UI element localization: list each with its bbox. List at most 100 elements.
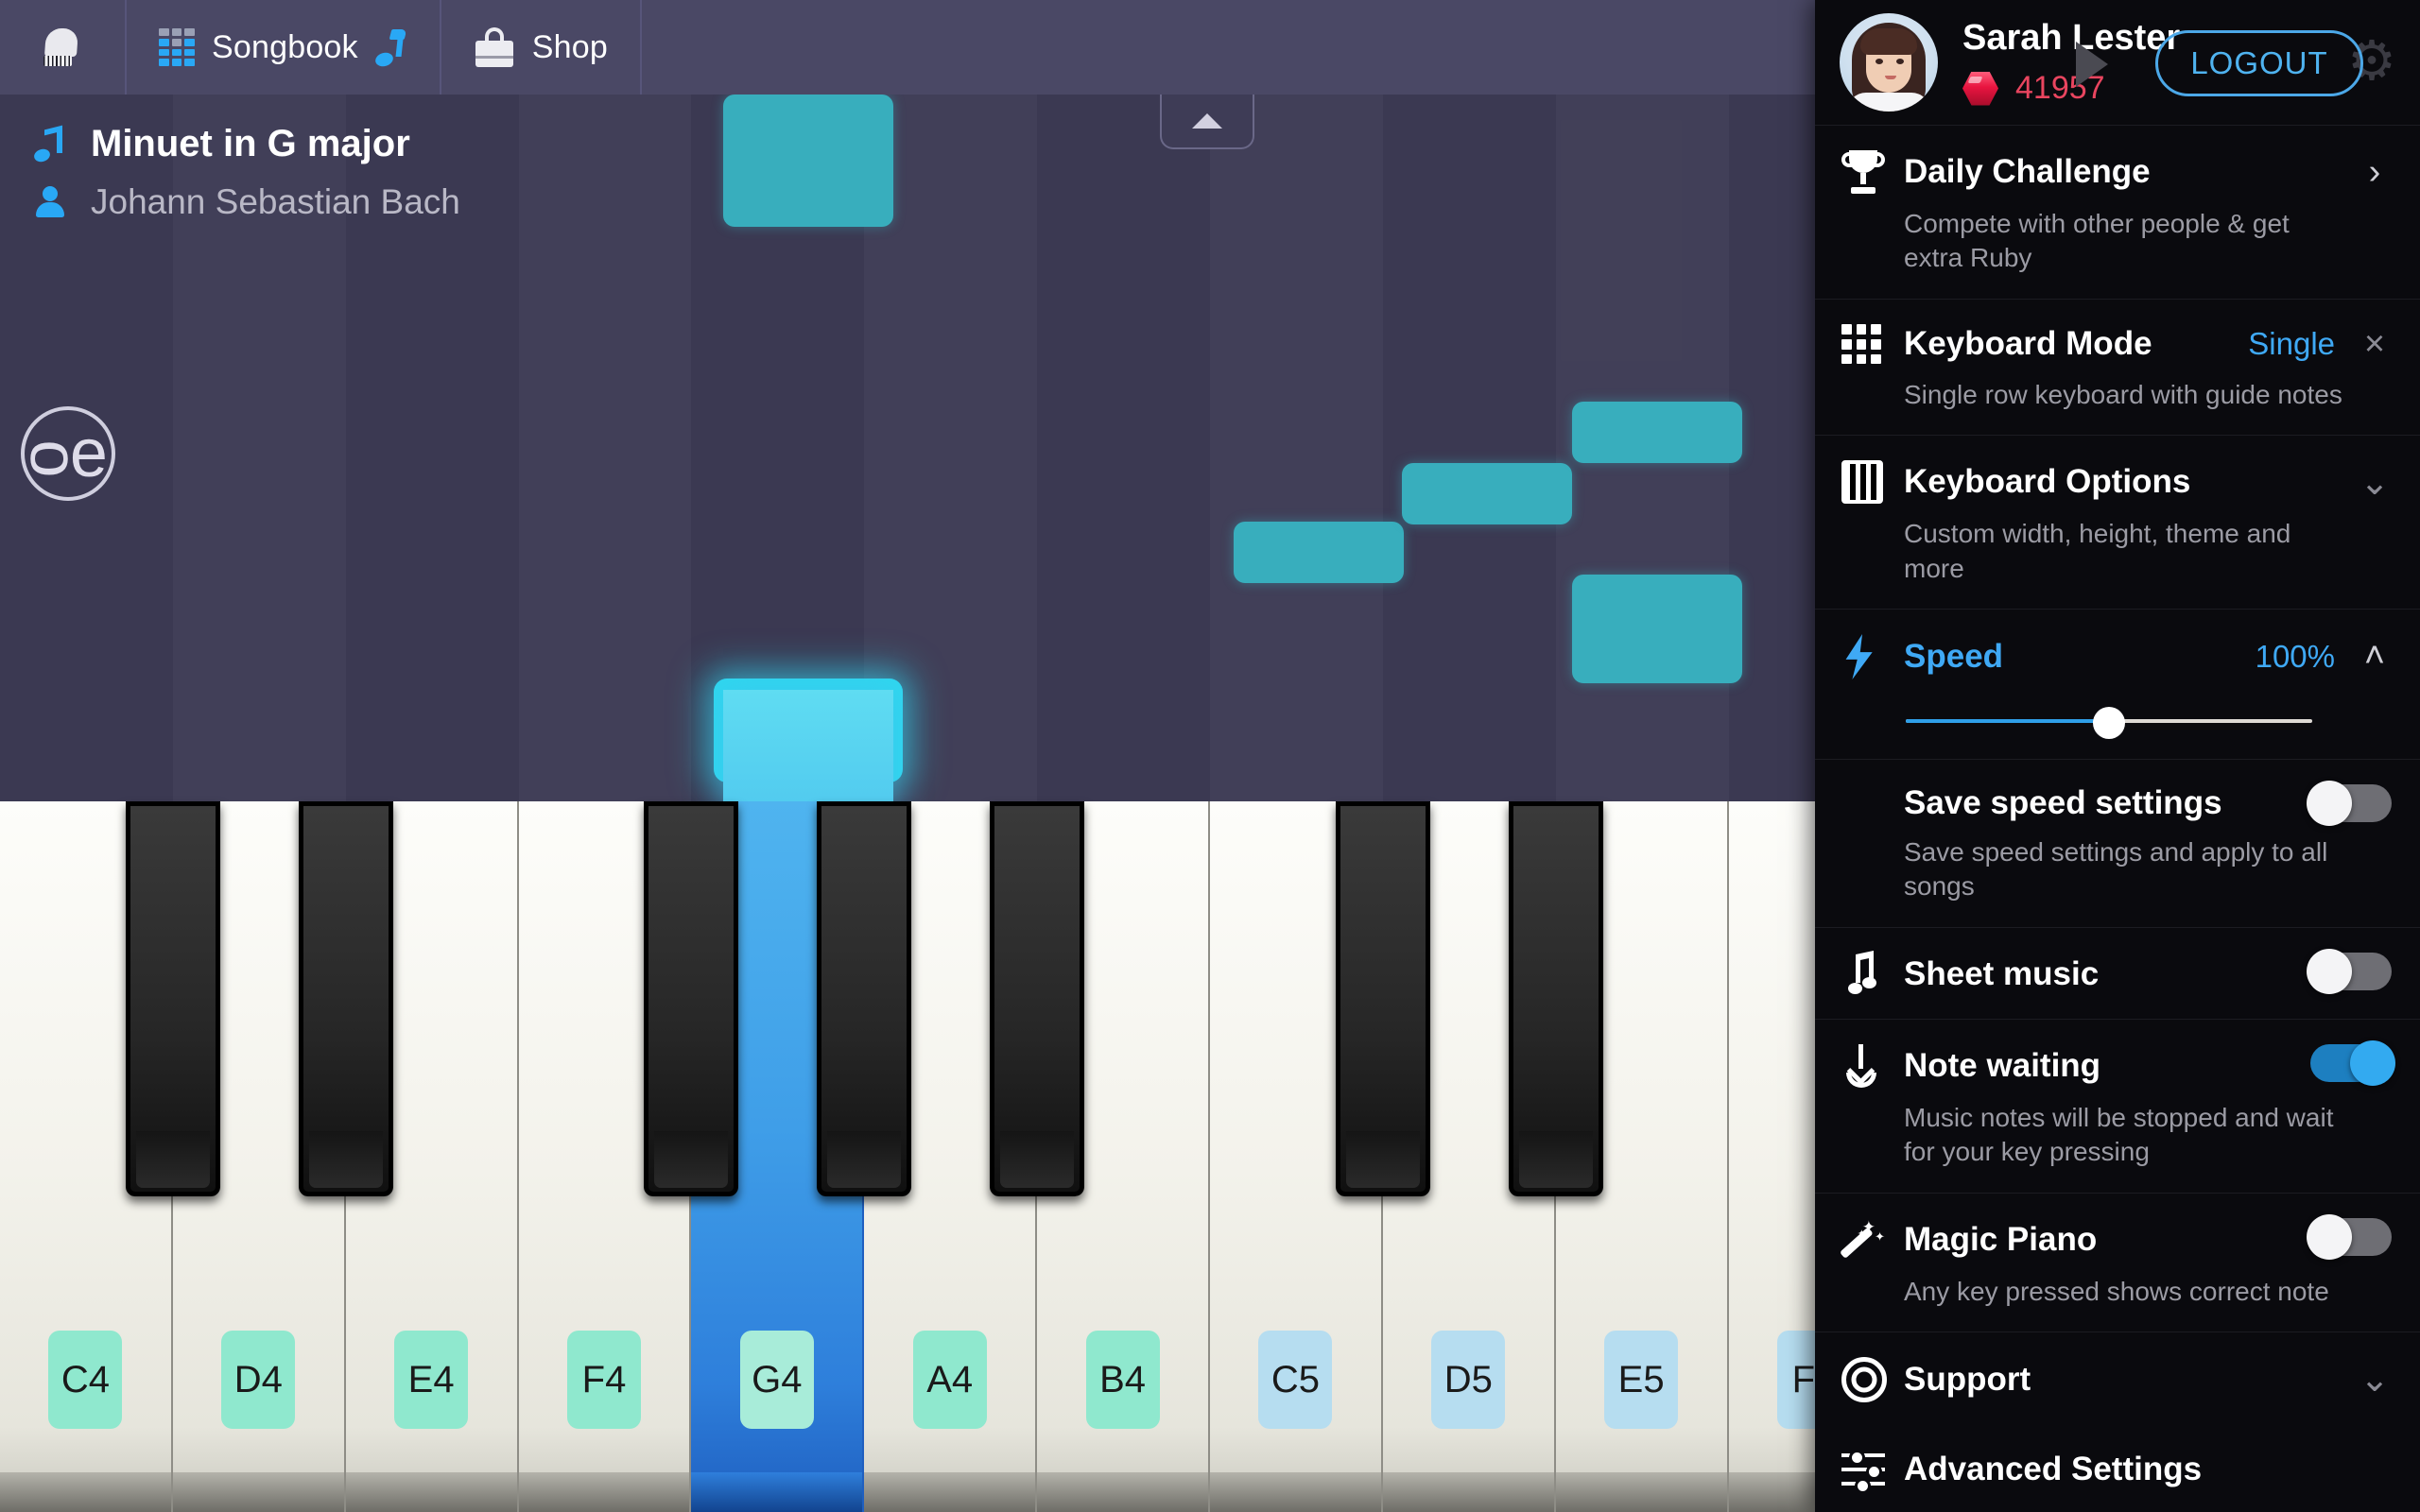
magic-piano-desc: Any key pressed shows correct note [1904, 1276, 2329, 1306]
note-waiting-toggle[interactable] [2310, 1040, 2395, 1086]
keyboard-mode-value[interactable]: Single [2248, 326, 2335, 362]
piano-black-key[interactable] [817, 801, 912, 1196]
tab-shop[interactable]: Shop [441, 0, 642, 94]
keyboard-mode-title: Keyboard Mode [1904, 325, 2152, 363]
tab-piano[interactable] [0, 0, 127, 94]
keyboard-mode-desc: Single row keyboard with guide notes [1904, 379, 2342, 409]
falling-note-G4 [723, 94, 893, 227]
ruby-gem-icon [1962, 71, 1998, 106]
note-waiting-desc: Music notes will be stopped and wait for… [1904, 1102, 2334, 1167]
piano-black-key[interactable] [1508, 801, 1603, 1196]
grand-piano-icon [42, 28, 83, 66]
speed-slider-thumb[interactable] [2093, 706, 2125, 739]
falling-note-G4 [714, 679, 903, 782]
piano-key-foot [518, 1472, 690, 1512]
magic-wand-icon: ✦ ✦ ✦ [1839, 1218, 1904, 1262]
setting-advanced[interactable]: Advanced Settings [1815, 1425, 2420, 1512]
setting-sheet-music[interactable]: Sheet music [1815, 926, 2420, 1019]
music-note-icon [1841, 950, 1904, 996]
song-artist: Johann Sebastian Bach [91, 182, 460, 221]
chevron-down-icon[interactable]: ⌄ [2356, 1358, 2394, 1400]
piano-key-label: D5 [1431, 1331, 1506, 1429]
grid-icon [1841, 324, 1904, 365]
treble-clef-icon: ᴑe [28, 416, 108, 491]
piano-key-label: C5 [1258, 1331, 1333, 1429]
tab-shop-label: Shop [531, 28, 608, 65]
song-header: Minuet in G major Johann Sebastian Bach [32, 123, 460, 239]
user-header: Sarah Lester 41957 ⚙ LOGOUT [1815, 0, 2420, 125]
shopping-bag-icon [474, 27, 515, 67]
falling-note-D5 [1402, 463, 1572, 524]
setting-keyboard-mode[interactable]: Keyboard Mode Single × Single row keyboa… [1815, 298, 2420, 435]
ruby-balance: 41957 [1962, 70, 2180, 107]
avatar[interactable] [1840, 13, 1938, 112]
setting-keyboard-options[interactable]: Keyboard Options ⌄ Custom width, height,… [1815, 435, 2420, 609]
falling-notes [0, 0, 1815, 805]
piano-black-key[interactable] [1335, 801, 1430, 1196]
songbook-grid-icon [159, 28, 195, 66]
sliders-icon [1841, 1449, 1904, 1494]
speed-title: Speed [1904, 637, 2004, 675]
chevron-up-icon [1192, 113, 1222, 129]
setting-note-waiting[interactable]: Note waiting Music notes will be stopped… [1815, 1018, 2420, 1193]
piano-key-label: B4 [1085, 1331, 1160, 1429]
setting-daily-challenge[interactable]: Daily Challenge › Compete with other peo… [1815, 125, 2420, 299]
setting-magic-piano[interactable]: ✦ ✦ ✦ Magic Piano Any key pressed shows co… [1815, 1192, 2420, 1332]
chevron-down-icon[interactable]: ⌄ [2356, 461, 2394, 504]
user-name: Sarah Lester [1962, 18, 2181, 58]
user-meta: Sarah Lester 41957 [1962, 18, 2180, 107]
falling-note-C5 [1234, 522, 1404, 583]
music-note-icon [32, 125, 66, 163]
falling-note-E5 [1572, 575, 1742, 683]
piano-black-key[interactable] [298, 801, 393, 1196]
lifebuoy-icon [1841, 1356, 1904, 1402]
logout-button[interactable]: LOGOUT [2155, 30, 2363, 96]
piano-key-label: E5 [1604, 1331, 1679, 1429]
advanced-settings-title: Advanced Settings [1904, 1450, 2203, 1487]
app-root: Songbook Shop Minuet in G major Johann S… [0, 0, 2420, 1512]
song-title-row: Minuet in G major [32, 123, 460, 165]
save-speed-desc: Save speed settings and apply to all son… [1904, 836, 2328, 902]
song-title: Minuet in G major [91, 123, 410, 164]
piano-key-label: E4 [394, 1331, 469, 1429]
piano-key-label: A4 [912, 1331, 987, 1429]
support-title: Support [1904, 1360, 2031, 1398]
setting-speed[interactable]: Speed 100% ˄ [1815, 608, 2420, 759]
close-icon[interactable]: × [2356, 324, 2394, 365]
piano-black-key[interactable] [990, 801, 1085, 1196]
logout-label: LOGOUT [2190, 45, 2328, 80]
keyboard-options-desc: Custom width, height, theme and more [1904, 519, 2291, 583]
daily-challenge-title: Daily Challenge [1904, 153, 2151, 190]
piano-black-key[interactable] [125, 801, 220, 1196]
piano-key-label: D4 [221, 1331, 296, 1429]
sheet-music-toggle[interactable] [2307, 948, 2392, 994]
lightning-bolt-icon [1841, 633, 1904, 679]
piano-key-label: F4 [566, 1331, 641, 1429]
piano-key-foot [172, 1472, 344, 1512]
falling-note-E5 [1572, 402, 1742, 463]
top-toolbar: Songbook Shop [0, 0, 1815, 94]
person-icon [34, 185, 66, 219]
play-icon[interactable] [2076, 42, 2108, 87]
piano-key-foot [1382, 1472, 1554, 1512]
chevron-up-icon[interactable]: ˄ [2356, 636, 2394, 677]
piano-key-label: C4 [48, 1331, 123, 1429]
piano-key-foot [1555, 1472, 1727, 1512]
piano-key-foot [0, 1472, 171, 1512]
piano-black-key[interactable] [644, 801, 739, 1196]
piano-key-foot [1037, 1472, 1208, 1512]
collapse-panel-button[interactable] [1160, 94, 1254, 149]
piano-key-label: G4 [739, 1331, 814, 1429]
save-speed-toggle[interactable] [2307, 780, 2392, 826]
piano-keys-icon [1841, 460, 1904, 505]
magic-piano-toggle[interactable] [2307, 1213, 2392, 1260]
speed-slider[interactable] [1906, 706, 2312, 739]
music-note-icon [373, 28, 407, 69]
chevron-right-icon[interactable]: › [2356, 152, 2394, 193]
setting-save-speed[interactable]: Save speed settings Save speed settings … [1815, 758, 2420, 927]
piano-key-foot [864, 1472, 1036, 1512]
piano-key-foot [691, 1472, 863, 1512]
setting-support[interactable]: Support ⌄ [1815, 1331, 2420, 1425]
tab-songbook[interactable]: Songbook [127, 0, 441, 94]
treble-clef-button[interactable]: ᴑe [21, 406, 115, 501]
